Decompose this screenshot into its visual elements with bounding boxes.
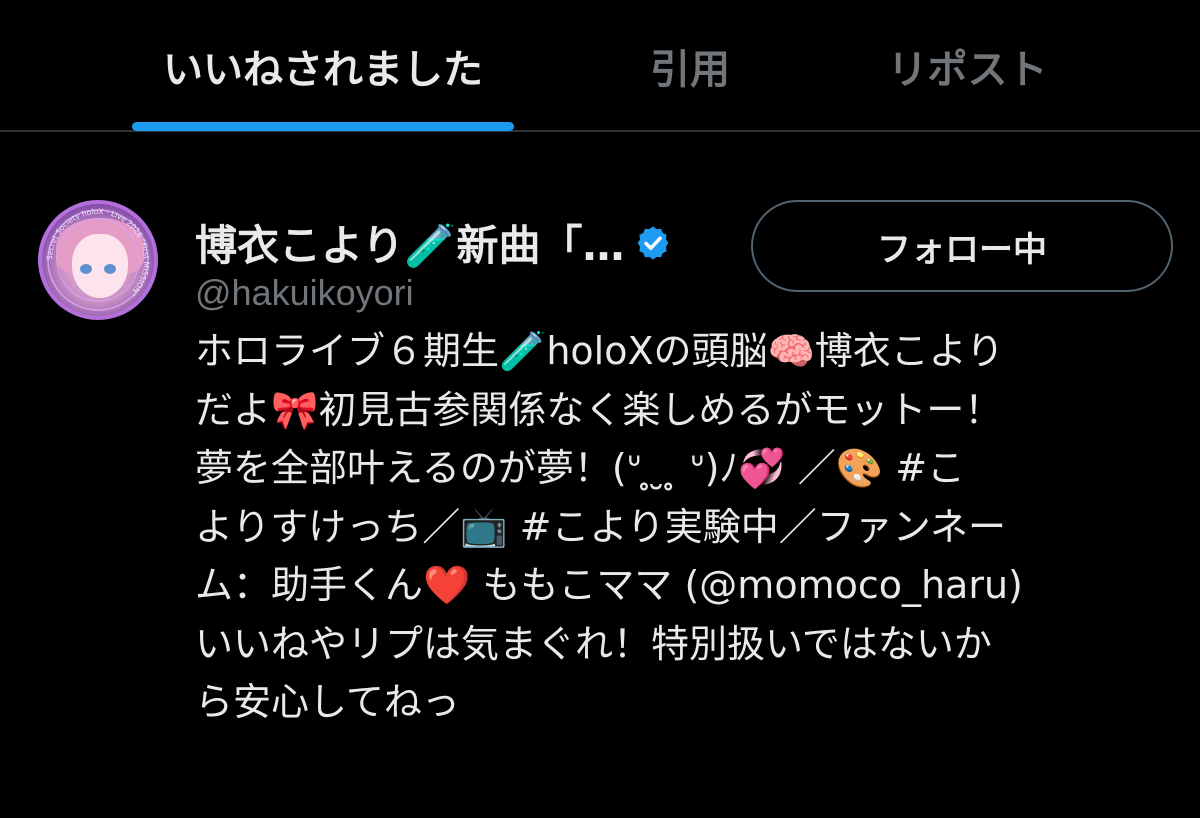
bio-line: ホロライブ６期生🧪holoXの頭脳🧠博衣こより — [195, 329, 1005, 373]
avatar-ring-text: Secret Society holoX · Live 2026 "First … — [45, 207, 151, 311]
display-name-row[interactable]: 博衣こより🧪新曲「… — [195, 214, 672, 270]
bio-line: ら安心してねっ — [195, 680, 460, 724]
bio-line: ム：助手くん❤️ ももこママ (@momoco_haru) — [195, 563, 1023, 607]
svg-text:Secret Society holoX · Live 20: Secret Society holoX · Live 2026 "First … — [45, 207, 151, 298]
avatar[interactable]: Secret Society holoX · Live 2026 "First … — [38, 200, 158, 320]
following-button[interactable]: フォロー中 — [751, 200, 1173, 292]
bio-line: よりすけっち／📺 #こより実験中／ファンネー — [195, 504, 1006, 549]
tab-liked-by[interactable]: いいねされました — [132, 0, 514, 132]
active-tab-indicator — [132, 122, 514, 131]
tab-reposts[interactable]: リポスト — [860, 0, 1075, 132]
tab-quotes[interactable]: 引用 — [590, 0, 790, 132]
bio-line: だよ🎀初見古参関係なく楽しめるがモットー！ — [195, 387, 1003, 432]
avatar-ring-label: Secret Society holoX · Live 2026 "First … — [45, 207, 151, 298]
display-name: 博衣こより🧪新曲「… — [195, 220, 625, 270]
verified-badge-icon — [634, 223, 672, 261]
user-cell[interactable]: Secret Society holoX · Live 2026 "First … — [0, 132, 1200, 818]
user-handle: @hakuikoyori — [195, 272, 414, 313]
user-bio: ホロライブ６期生🧪holoXの頭脳🧠博衣こより だよ🎀初見古参関係なく楽しめるが… — [195, 322, 1175, 732]
bio-line: 夢を全部叶えるのが夢！(ᐡ ̥ ̮ ̥ ᐡ)ﾉ💞 ／🎨 #こ — [195, 446, 966, 490]
tab-bar: いいねされました 引用 リポスト — [0, 0, 1200, 132]
bio-line: いいねやリプは気まぐれ！特別扱いではないか — [195, 621, 992, 666]
